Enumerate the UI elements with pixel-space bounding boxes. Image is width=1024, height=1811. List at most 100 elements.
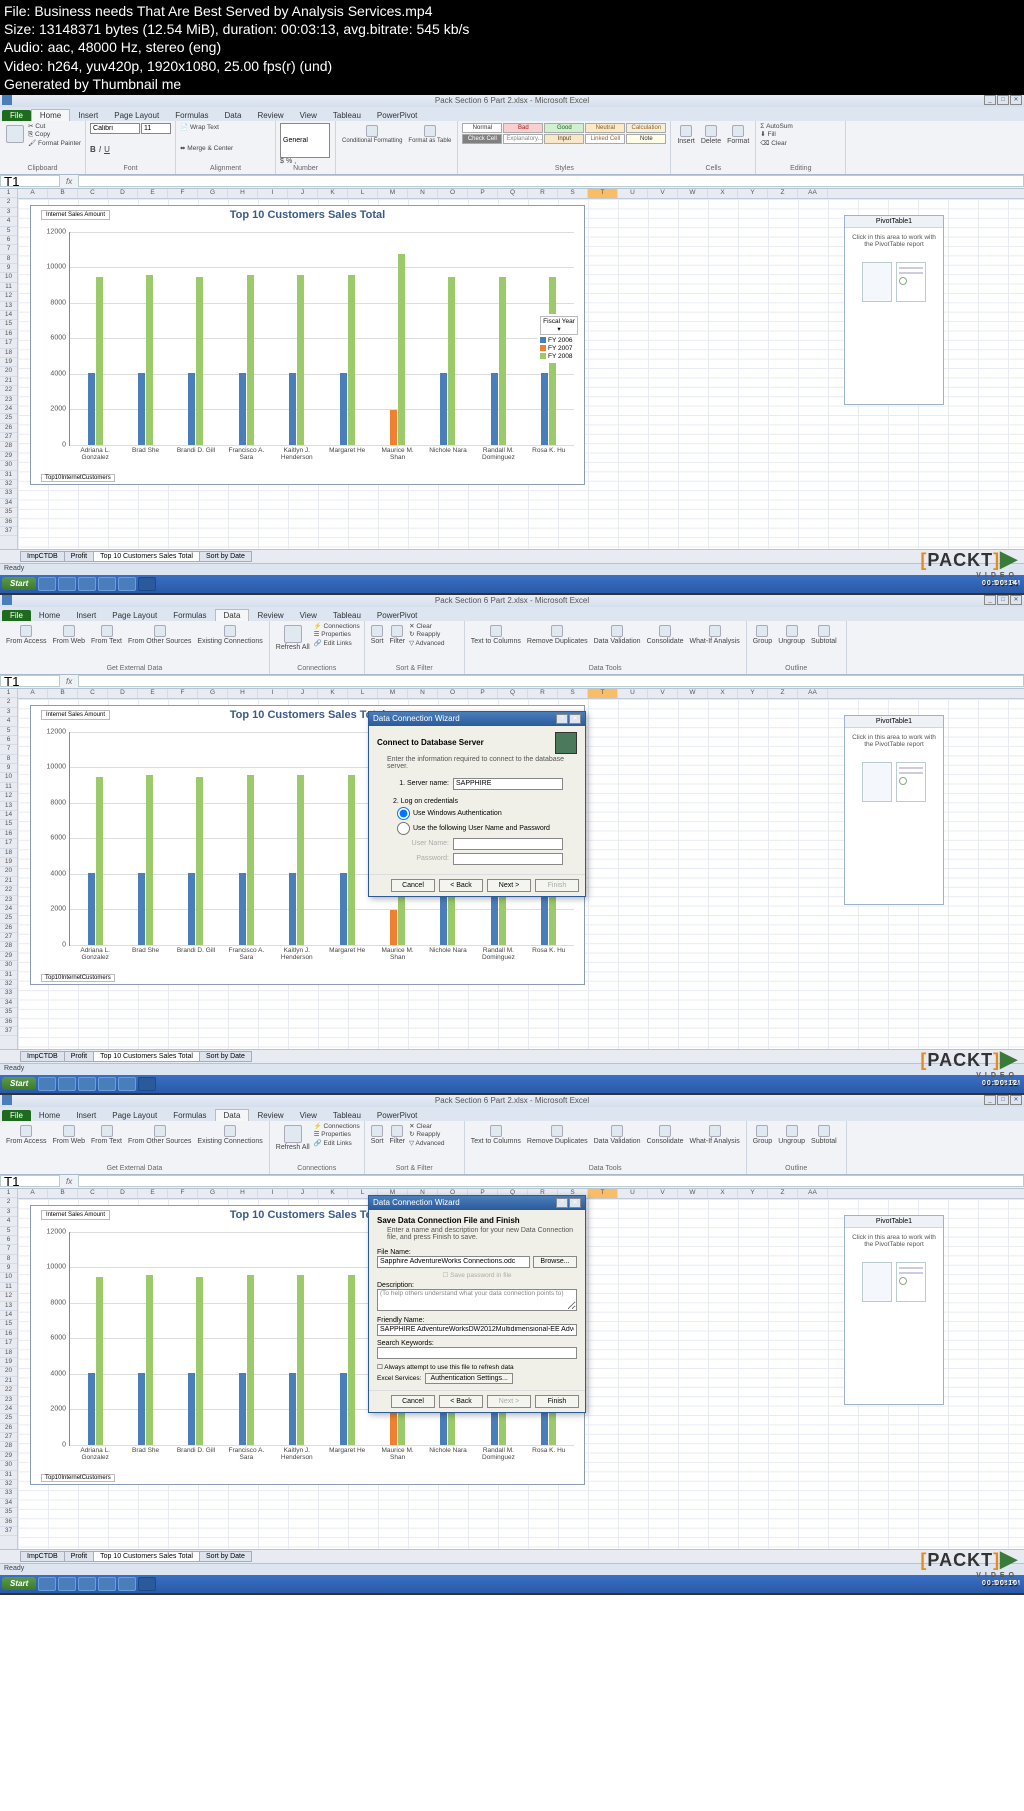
taskbar-item-4[interactable] (98, 577, 116, 591)
legend-item[interactable]: FY 2006 (540, 337, 578, 344)
column-header-I[interactable]: I (258, 189, 288, 198)
bar-FY 2008[interactable] (297, 275, 304, 445)
row-header-8[interactable]: 8 (0, 1255, 17, 1264)
column-header-S[interactable]: S (558, 689, 588, 698)
row-header-12[interactable]: 12 (0, 292, 17, 301)
bar-FY 2006[interactable] (289, 873, 296, 945)
bar-FY 2007[interactable] (390, 910, 397, 945)
bar-FY 2006[interactable] (239, 1373, 246, 1445)
cell-style-Check Cell[interactable]: Check Cell (462, 134, 502, 144)
row-header-5[interactable]: 5 (0, 727, 17, 736)
column-header-C[interactable]: C (78, 689, 108, 698)
embedded-chart[interactable]: Internet Sales Amount Top 10 Customers S… (30, 205, 585, 485)
row-header-32[interactable]: 32 (0, 480, 17, 489)
column-header-R[interactable]: R (528, 689, 558, 698)
row-header-14[interactable]: 14 (0, 811, 17, 820)
ribbon-tab-formulas[interactable]: Formulas (165, 610, 214, 621)
maximize-button[interactable]: □ (997, 595, 1009, 605)
ribbon-tab-formulas[interactable]: Formulas (167, 110, 216, 121)
column-header-E[interactable]: E (138, 689, 168, 698)
dialog-help-button[interactable]: ? (556, 714, 568, 724)
row-header-31[interactable]: 31 (0, 971, 17, 980)
bar-FY 2008[interactable] (196, 277, 203, 445)
row-header-14[interactable]: 14 (0, 1311, 17, 1320)
bar-FY 2008[interactable] (196, 777, 203, 945)
row-header-17[interactable]: 17 (0, 339, 17, 348)
cell-grid[interactable]: Internet Sales Amount Top 10 Customers S… (18, 699, 1024, 1049)
close-button[interactable]: ✕ (1010, 595, 1022, 605)
row-header-25[interactable]: 25 (0, 414, 17, 423)
text-to-columns-button[interactable]: Text to Columns (469, 1123, 523, 1147)
browse-button[interactable]: Browse... (533, 1256, 577, 1268)
sheet-tab-0[interactable]: ImpCTDB (20, 551, 65, 562)
chart-filter-button[interactable]: Top10InternetCustomers (41, 974, 115, 982)
row-header-37[interactable]: 37 (0, 527, 17, 536)
format-painter-button[interactable]: 🖌 Format Painter (28, 140, 81, 148)
row-header-36[interactable]: 36 (0, 1518, 17, 1527)
row-header-35[interactable]: 35 (0, 1008, 17, 1017)
column-header-A[interactable]: A (18, 689, 48, 698)
bar-FY 2006[interactable] (88, 873, 95, 945)
auth-settings-button[interactable]: Authentication Settings... (425, 1373, 512, 1384)
formula-input[interactable] (78, 175, 1024, 187)
row-header-5[interactable]: 5 (0, 1227, 17, 1236)
cell-style-Bad[interactable]: Bad (503, 123, 543, 133)
connections-button[interactable]: ⚡ Connections (314, 1123, 360, 1131)
insert-button[interactable]: Insert (675, 123, 697, 147)
row-header-22[interactable]: 22 (0, 1386, 17, 1395)
pivot-table-placeholder[interactable]: PivotTable1 Click in this area to work w… (844, 215, 944, 405)
edit-links-button[interactable]: 🔗 Edit Links (314, 1140, 360, 1148)
column-header-Y[interactable]: Y (738, 1189, 768, 1198)
start-button[interactable]: Start (2, 1077, 36, 1090)
column-header-I[interactable]: I (258, 689, 288, 698)
bar-FY 2006[interactable] (340, 1373, 347, 1445)
column-header-L[interactable]: L (348, 189, 378, 198)
cell-style-Explanatory...[interactable]: Explanatory... (503, 134, 543, 144)
row-header-30[interactable]: 30 (0, 1461, 17, 1470)
sheet-tab-0[interactable]: ImpCTDB (20, 1551, 65, 1562)
column-header-B[interactable]: B (48, 689, 78, 698)
bar-FY 2006[interactable] (340, 873, 347, 945)
back-button[interactable]: < Back (439, 1395, 483, 1408)
row-header-20[interactable]: 20 (0, 867, 17, 876)
bar-FY 2008[interactable] (499, 277, 506, 445)
column-header-Z[interactable]: Z (768, 189, 798, 198)
clear-filter-button[interactable]: ✕ Clear (409, 1123, 444, 1131)
bar-FY 2006[interactable] (541, 373, 548, 445)
column-header-C[interactable]: C (78, 1189, 108, 1198)
column-header-F[interactable]: F (168, 1189, 198, 1198)
row-header-12[interactable]: 12 (0, 792, 17, 801)
row-header-5[interactable]: 5 (0, 227, 17, 236)
bar-FY 2008[interactable] (348, 775, 355, 945)
row-header-7[interactable]: 7 (0, 1245, 17, 1254)
column-header-N[interactable]: N (408, 689, 438, 698)
existing-conn-button[interactable]: Existing Connections (195, 623, 264, 647)
row-header-22[interactable]: 22 (0, 386, 17, 395)
row-header-15[interactable]: 15 (0, 820, 17, 829)
column-header-Z[interactable]: Z (768, 1189, 798, 1198)
from-web-button[interactable]: From Web (50, 1123, 87, 1147)
column-header-G[interactable]: G (198, 189, 228, 198)
bar-FY 2008[interactable] (146, 275, 153, 445)
bar-FY 2006[interactable] (138, 873, 145, 945)
formula-input[interactable] (78, 675, 1024, 687)
row-header-37[interactable]: 37 (0, 1027, 17, 1036)
column-header-V[interactable]: V (648, 689, 678, 698)
column-header-R[interactable]: R (528, 189, 558, 198)
comma-button[interactable]: , (294, 158, 296, 165)
server-name-input[interactable] (453, 778, 563, 790)
bar-FY 2006[interactable] (88, 1373, 95, 1445)
column-header-Y[interactable]: Y (738, 189, 768, 198)
ribbon-tab-review[interactable]: Review (249, 1110, 291, 1121)
row-header-13[interactable]: 13 (0, 1302, 17, 1311)
column-header-P[interactable]: P (468, 689, 498, 698)
row-header-27[interactable]: 27 (0, 433, 17, 442)
bar-FY 2006[interactable] (188, 1373, 195, 1445)
column-header-X[interactable]: X (708, 1189, 738, 1198)
ribbon-tab-insert[interactable]: Insert (70, 110, 106, 121)
column-header-B[interactable]: B (48, 189, 78, 198)
minimize-button[interactable]: _ (984, 95, 996, 105)
search-keywords-input[interactable] (377, 1347, 577, 1359)
bar-FY 2008[interactable] (398, 254, 405, 445)
cell-style-Input[interactable]: Input (544, 134, 584, 144)
